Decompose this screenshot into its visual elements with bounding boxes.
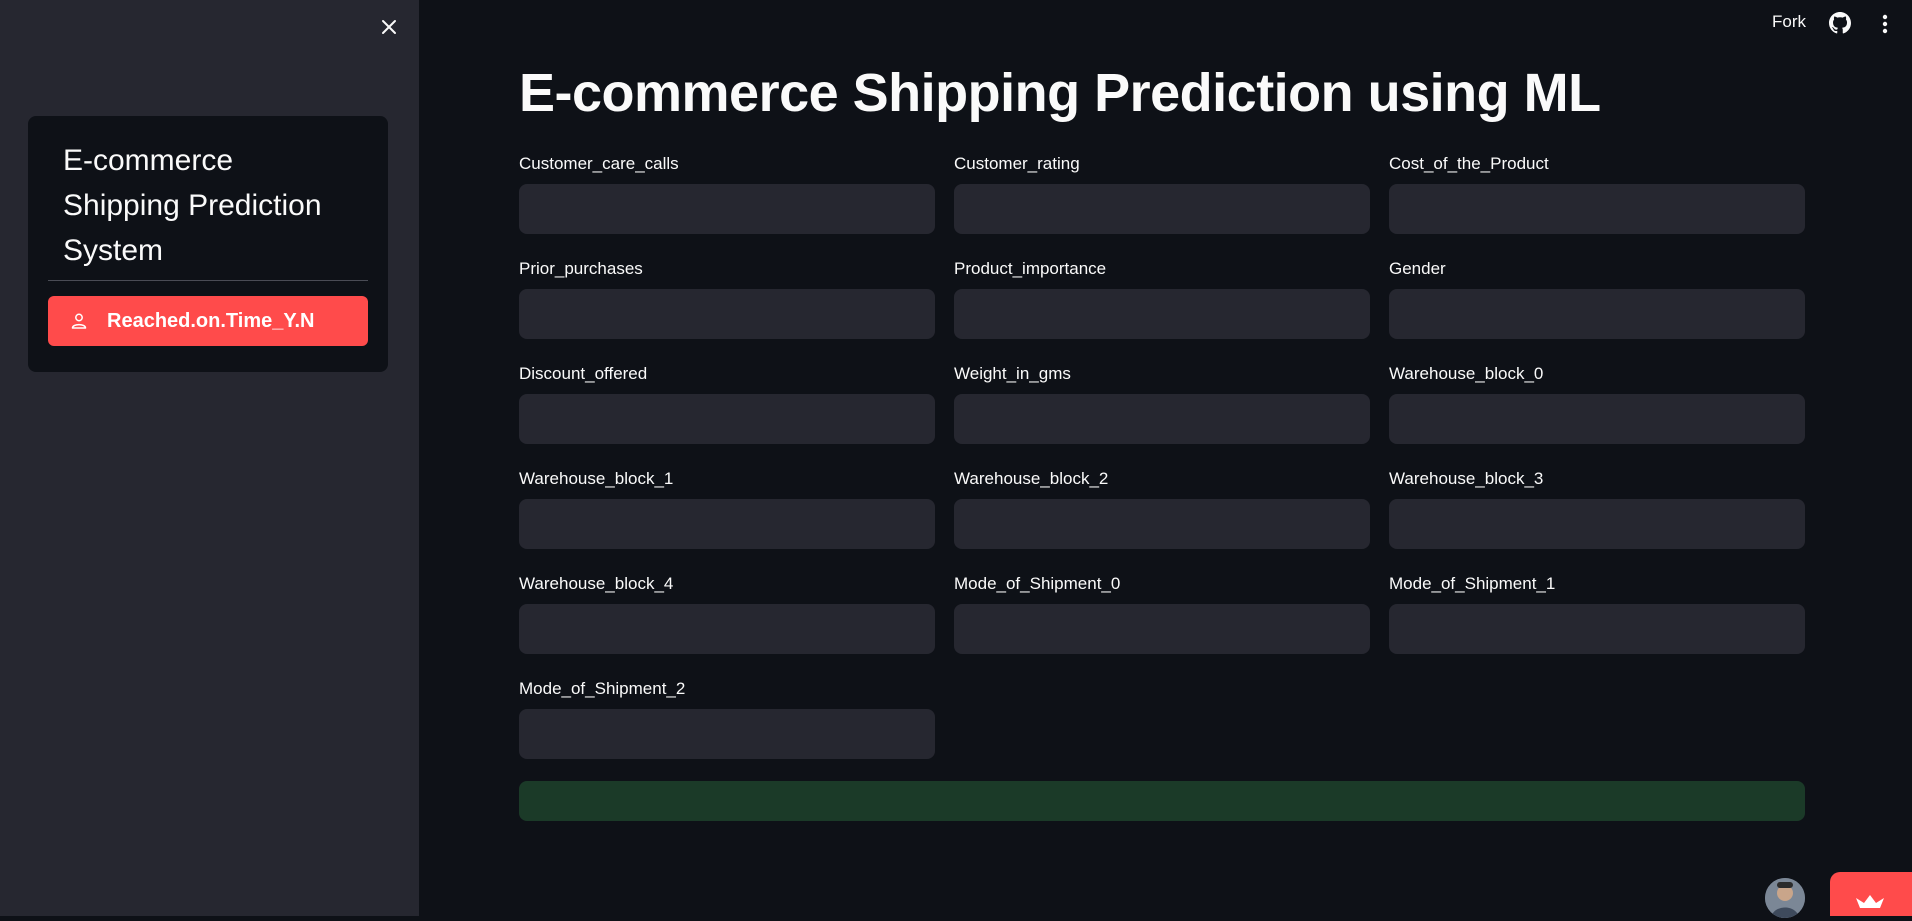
close-sidebar-button[interactable] <box>376 14 402 40</box>
prior-purchases-label: Prior_purchases <box>519 259 643 278</box>
warehouse-block-4-label: Warehouse_block_4 <box>519 574 674 593</box>
avatar[interactable] <box>1765 878 1805 918</box>
user-icon <box>71 313 87 329</box>
gender-input[interactable] <box>1389 289 1805 339</box>
warehouse-block-1-label: Warehouse_block_1 <box>519 469 674 488</box>
weight-in-gms-label: Weight_in_gms <box>954 364 1071 383</box>
product-importance-input[interactable] <box>954 289 1370 339</box>
github-icon[interactable] <box>1829 12 1851 34</box>
cost-of-the-product-input[interactable] <box>1389 184 1805 234</box>
warehouse-block-1-input[interactable] <box>519 499 935 549</box>
warehouse-block-2-input[interactable] <box>954 499 1370 549</box>
customer-rating-input[interactable] <box>954 184 1370 234</box>
streamlit-badge[interactable] <box>1830 872 1912 916</box>
weight-in-gms-input[interactable] <box>954 394 1370 444</box>
warehouse-block-4-input[interactable] <box>519 604 935 654</box>
mode-of-shipment-2-label: Mode_of_Shipment_2 <box>519 679 686 698</box>
customer-rating-label: Customer_rating <box>954 154 1080 173</box>
warehouse-block-0-input[interactable] <box>1389 394 1805 444</box>
discount-offered-label: Discount_offered <box>519 364 648 383</box>
gender-label: Gender <box>1389 259 1446 278</box>
warehouse-block-3-label: Warehouse_block_3 <box>1389 469 1544 488</box>
cost-of-the-product-label: Cost_of_the_Product <box>1389 154 1549 173</box>
fork-link[interactable]: Fork <box>1772 12 1806 32</box>
warehouse-block-3-input[interactable] <box>1389 499 1805 549</box>
sidebar-title: E-commerce Shipping Prediction System <box>63 144 322 267</box>
mode-of-shipment-1-label: Mode_of_Shipment_1 <box>1389 574 1556 593</box>
warehouse-block-2-label: Warehouse_block_2 <box>954 469 1109 488</box>
sidebar-divider <box>48 280 368 281</box>
close-icon <box>382 20 396 34</box>
mode-of-shipment-1-input[interactable] <box>1389 604 1805 654</box>
sidebar-card: E-commerce Shipping Prediction System Re… <box>28 116 388 372</box>
mode-of-shipment-0-input[interactable] <box>954 604 1370 654</box>
mode-of-shipment-0-label: Mode_of_Shipment_0 <box>954 574 1121 593</box>
customer-care-calls-input[interactable] <box>519 184 935 234</box>
product-importance-label: Product_importance <box>954 259 1107 278</box>
avatar-image <box>1765 878 1805 918</box>
page-title: E-commerce Shipping Prediction using ML <box>519 63 1601 123</box>
mode-of-shipment-2-input[interactable] <box>519 709 935 759</box>
crown-icon <box>1856 895 1884 908</box>
prediction-result-bar <box>519 781 1805 821</box>
prior-purchases-input[interactable] <box>519 289 935 339</box>
discount-offered-input[interactable] <box>519 394 935 444</box>
kebab-menu-icon[interactable] <box>1876 12 1894 36</box>
customer-care-calls-label: Customer_care_calls <box>519 154 679 173</box>
reached-on-time-button[interactable]: Reached.on.Time_Y.N <box>48 296 368 346</box>
warehouse-block-0-label: Warehouse_block_0 <box>1389 364 1544 383</box>
sidebar: E-commerce Shipping Prediction System Re… <box>0 0 419 916</box>
reached-on-time-button-label: Reached.on.Time_Y.N <box>107 309 315 332</box>
